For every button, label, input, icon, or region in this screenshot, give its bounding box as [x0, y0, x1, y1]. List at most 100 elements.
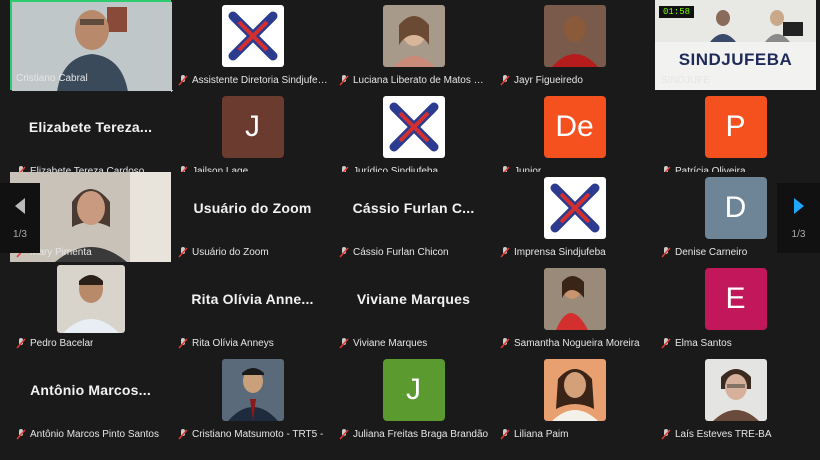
participant-namebar: Luciana Liberato de Matos Reis [339, 75, 489, 86]
sindjufeba-logo [221, 5, 284, 67]
avatar-initial: P [704, 96, 767, 158]
participant-tile[interactable]: Antônio Marcos... Antônio Marcos Pinto S… [10, 354, 171, 444]
participant-name: Denise Carneiro [675, 247, 748, 258]
avatar-initial: J [382, 359, 445, 421]
participant-photo [221, 359, 284, 421]
room-banner-text: SINDJUFEBA [678, 50, 793, 69]
participant-tile[interactable]: P Patrícia Oliveira [655, 91, 816, 181]
participant-namebar: SINDJUFE [661, 75, 710, 86]
muted-mic-icon [16, 338, 26, 349]
participant-display-name: Antônio Marcos... [30, 382, 151, 398]
participant-namebar: Assistente Diretoria Sindjufeba [178, 75, 328, 86]
participant-display-name: Rita Olívia Anne... [191, 291, 314, 307]
muted-mic-icon [661, 338, 671, 349]
participant-tile[interactable]: Usuário do Zoom Usuário do Zoom [172, 172, 333, 262]
room-timer: 01:58 [659, 6, 695, 18]
participant-tile[interactable]: Luciana Liberato de Matos Reis [333, 0, 494, 90]
participant-display-name: Cássio Furlan C... [352, 200, 475, 216]
participant-tile[interactable]: J Juliana Freitas Braga Brandão [333, 354, 494, 444]
participant-photo [56, 265, 125, 333]
avatar-initial: E [704, 268, 767, 330]
participant-namebar: Usuário do Zoom [178, 247, 269, 258]
participant-tile[interactable]: Laís Esteves TRE-BA [655, 354, 816, 444]
participant-tile[interactable]: Jayr Figueiredo [494, 0, 655, 90]
muted-mic-icon [178, 75, 188, 86]
page-indicator: 1/3 [791, 229, 806, 240]
participant-tile[interactable]: Cristiano Matsumoto - TRT5 - [172, 354, 333, 444]
participant-tile[interactable]: Rita Olívia Anne... Rita Olívia Anneys [172, 263, 333, 353]
participant-namebar: Laís Esteves TRE-BA [661, 429, 772, 440]
participant-tile[interactable]: J Jailson Lage [172, 91, 333, 181]
participant-namebar: Antônio Marcos Pinto Santos [16, 429, 159, 440]
muted-mic-icon [661, 247, 671, 258]
participant-namebar: Denise Carneiro [661, 247, 747, 258]
participant-namebar: Samantha Nogueira Moreira [500, 338, 640, 349]
participant-name: Cássio Furlan Chicon [353, 247, 449, 258]
participant-tile[interactable]: Viviane Marques Viviane Marques [333, 263, 494, 353]
participant-tile[interactable]: De Junior [494, 91, 655, 181]
participant-namebar: Viviane Marques [339, 338, 427, 349]
participant-namebar: Juliana Freitas Braga Brandão [339, 429, 488, 440]
participant-display-name: Elizabete Tereza... [28, 119, 153, 135]
chevron-right-icon [792, 196, 806, 221]
participant-photo [382, 5, 445, 67]
muted-mic-icon [178, 247, 188, 258]
participant-namebar: Cristiano Matsumoto - TRT5 - [178, 429, 323, 440]
participant-tile[interactable]: Samantha Nogueira Moreira [494, 263, 655, 353]
participant-namebar: Imprensa Sindjufeba [500, 247, 606, 258]
participant-tile[interactable]: Cássio Furlan C... Cássio Furlan Chicon [333, 172, 494, 262]
muted-mic-icon [178, 429, 188, 440]
participant-tile[interactable]: E Elma Santos [655, 263, 816, 353]
participant-namebar: Liliana Paim [500, 429, 568, 440]
participant-name: Jayr Figueiredo [514, 75, 583, 86]
participant-tile[interactable]: Assistente Diretoria Sindjufeba [172, 0, 333, 90]
participant-photo [543, 5, 606, 67]
participant-name: Juliana Freitas Braga Brandão [353, 429, 489, 440]
participant-name: Luciana Liberato de Matos Reis [353, 75, 489, 86]
gallery-grid: Cristiano Cabral Assistente Diretoria Si… [6, 0, 816, 460]
participant-name: Assistente Diretoria Sindjufeba [192, 75, 328, 86]
avatar-initial: J [221, 96, 284, 158]
sindjufeba-logo [543, 177, 606, 239]
participant-name: Liliana Paim [514, 429, 569, 440]
participant-photo [543, 268, 606, 330]
participant-namebar: Jayr Figueiredo [500, 75, 583, 86]
participant-name: Cristiano Cabral [16, 73, 88, 84]
participant-tile[interactable]: 01:58 SINDJUFEBA SINDJUFE [655, 0, 816, 90]
muted-mic-icon [500, 338, 510, 349]
participant-display-name: Viviane Marques [356, 291, 471, 307]
participant-name: Laís Esteves TRE-BA [675, 429, 772, 440]
muted-mic-icon [339, 338, 349, 349]
muted-mic-icon [339, 429, 349, 440]
participant-photo [704, 359, 767, 421]
muted-mic-icon [500, 247, 510, 258]
muted-mic-icon [178, 338, 188, 349]
participant-name: Samantha Nogueira Moreira [514, 338, 640, 349]
participant-name: Usuário do Zoom [192, 247, 269, 258]
sindjufeba-logo [382, 96, 445, 158]
participant-namebar: Cristiano Cabral [16, 73, 88, 84]
muted-mic-icon [661, 429, 671, 440]
participant-name: Imprensa Sindjufeba [514, 247, 606, 258]
muted-mic-icon [339, 247, 349, 258]
participant-tile[interactable]: Liliana Paim [494, 354, 655, 444]
participant-name: Viviane Marques [353, 338, 428, 349]
participant-tile[interactable]: Pedro Bacelar [10, 263, 171, 353]
participant-display-name: Usuário do Zoom [193, 200, 312, 216]
muted-mic-icon [500, 429, 510, 440]
participant-tile[interactable]: Jurídico Sindjufeba [333, 91, 494, 181]
next-page-button[interactable]: 1/3 [777, 183, 820, 253]
previous-page-button[interactable]: 1/3 [0, 183, 40, 253]
page-indicator: 1/3 [13, 229, 27, 240]
avatar-initial: D [704, 177, 767, 239]
muted-mic-icon [339, 75, 349, 86]
chevron-left-icon [13, 196, 27, 221]
participant-tile[interactable]: Elizabete Tereza... Elizabete Tereza Car… [10, 91, 171, 181]
participant-name: Elma Santos [675, 338, 732, 349]
participant-name: Antônio Marcos Pinto Santos [30, 429, 159, 440]
avatar-initial: De [543, 96, 606, 158]
muted-mic-icon [16, 429, 26, 440]
participant-tile[interactable]: Imprensa Sindjufeba [494, 172, 655, 262]
muted-mic-icon [500, 75, 510, 86]
participant-tile[interactable]: Cristiano Cabral [10, 0, 173, 92]
